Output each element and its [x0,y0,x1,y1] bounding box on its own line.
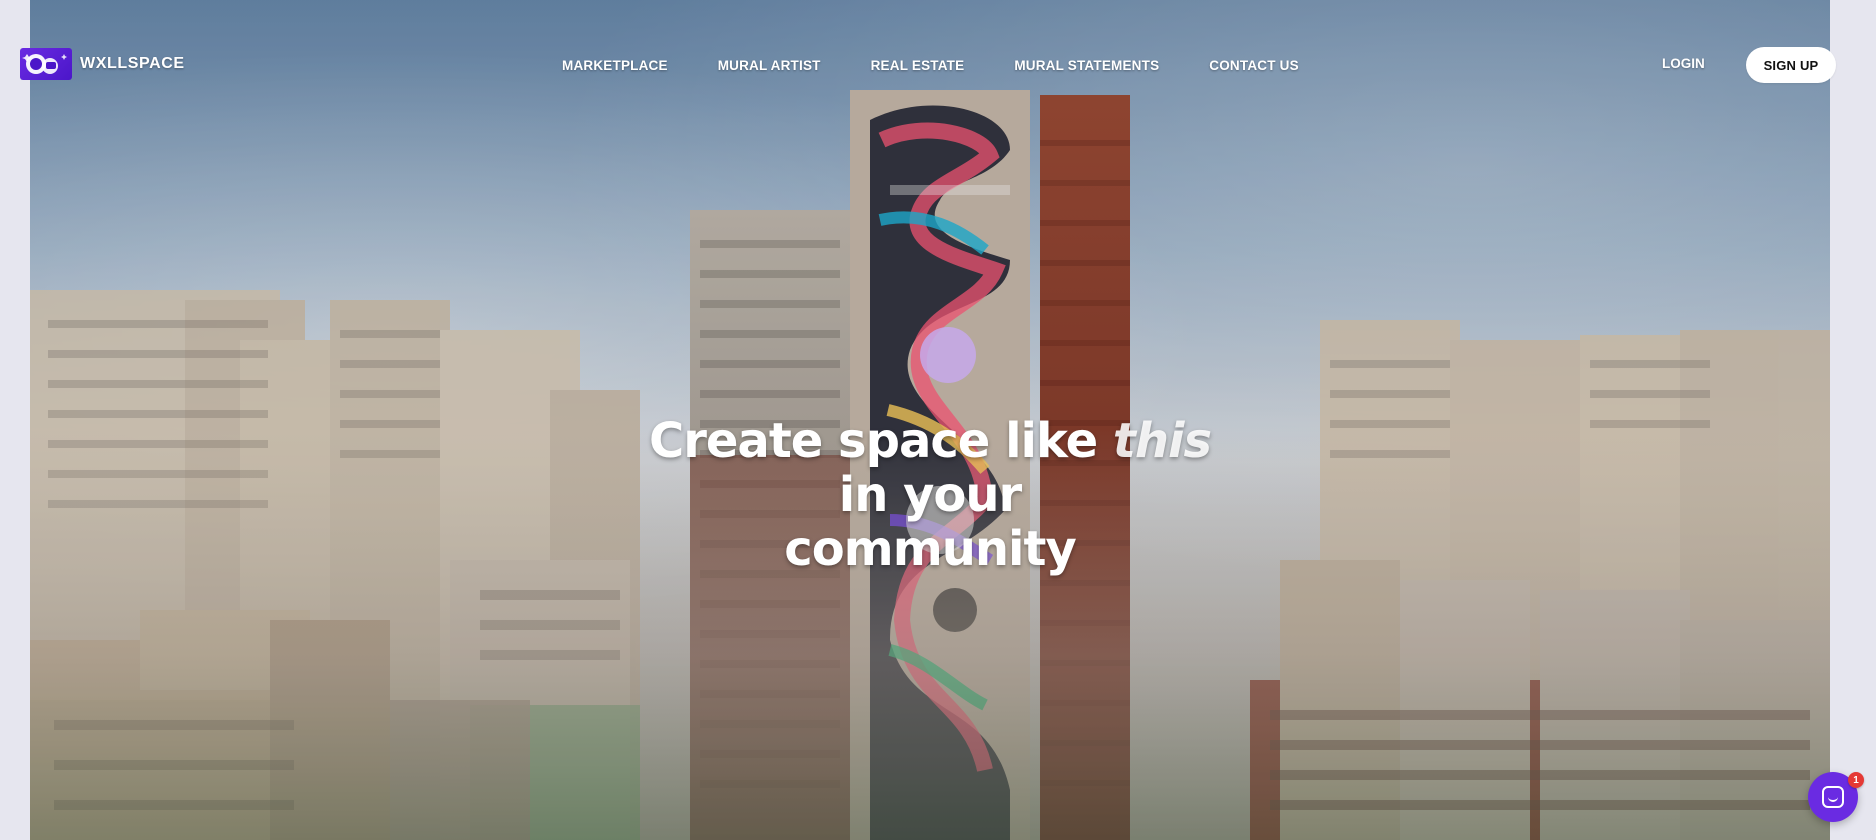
primary-nav: MARKETPLACE MURAL ARTIST REAL ESTATE MUR… [562,56,1299,74]
brand-home-link[interactable]: WXLLSPACE [20,48,185,80]
chat-icon [1822,786,1844,808]
page: WXLLSPACE MARKETPLACE MURAL ARTIST REAL … [0,0,1876,840]
nav-item-contact-us[interactable]: CONTACT US [1209,58,1299,73]
nav-item-mural-statements[interactable]: MURAL STATEMENTS [1014,58,1159,73]
top-navigation: WXLLSPACE MARKETPLACE MURAL ARTIST REAL … [0,0,1876,110]
headline-suffix: in your [838,467,1022,524]
nav-item-marketplace[interactable]: MARKETPLACE [562,58,668,73]
nav-item-real-estate[interactable]: REAL ESTATE [871,58,965,73]
signup-button[interactable]: SIGN UP [1746,47,1836,83]
astronaut-logo-icon [20,48,72,80]
chat-notification-badge: 1 [1848,772,1864,788]
headline-prefix: Create space like [648,413,1113,470]
headline-emphasis: this [1112,413,1212,470]
brand-name: WXLLSPACE [80,55,185,72]
hero-headline: Create space like this in your community [630,414,1230,576]
login-link[interactable]: LOGIN [1662,56,1705,71]
headline-line2: community [784,521,1076,578]
nav-item-mural-artist[interactable]: MURAL ARTIST [718,58,821,73]
